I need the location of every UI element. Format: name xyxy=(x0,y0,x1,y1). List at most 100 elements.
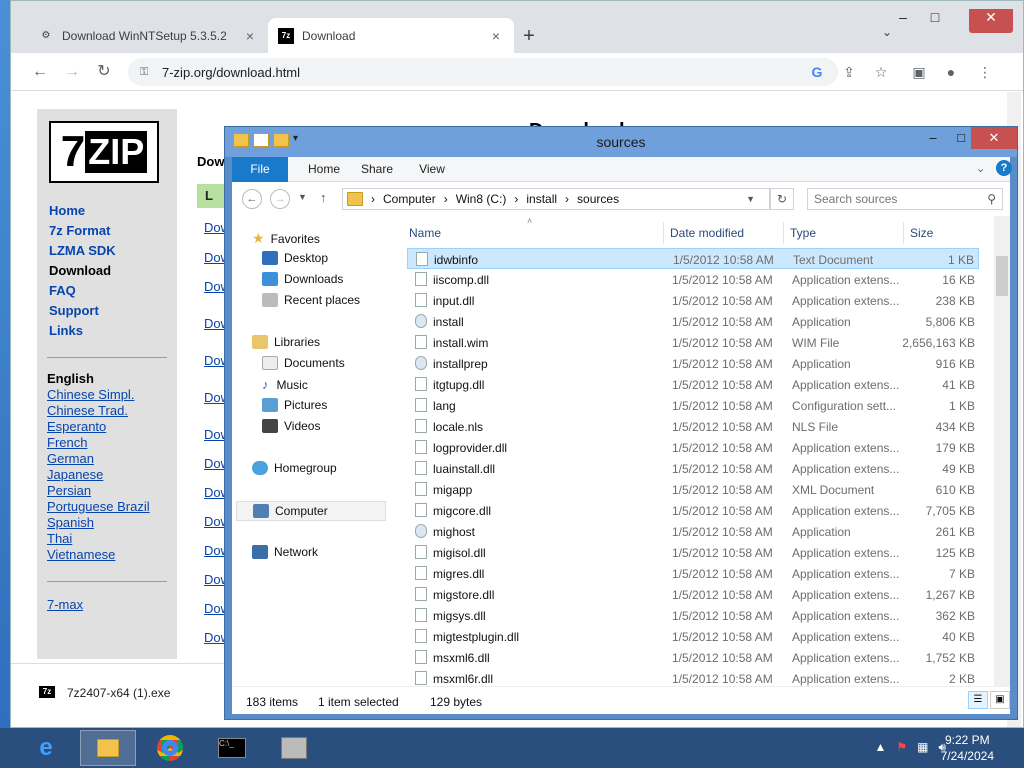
lang-link[interactable]: Portuguese Brazil xyxy=(47,499,167,515)
new-tab-button[interactable]: + xyxy=(516,23,542,49)
scrollbar-thumb[interactable] xyxy=(996,256,1008,296)
7zip-logo[interactable]: 7 ZIP xyxy=(49,121,159,183)
cmd-icon[interactable]: C:\_ xyxy=(204,730,260,766)
action-center-icon[interactable]: ⚑ xyxy=(896,740,907,755)
lang-link[interactable]: Japanese xyxy=(47,467,167,483)
google-icon[interactable]: G xyxy=(807,62,827,82)
back-icon[interactable]: ← xyxy=(242,189,262,209)
table-row[interactable]: install 1/5/2012 10:58 AM Application 5,806… xyxy=(407,311,979,332)
7-max-link[interactable]: 7-max xyxy=(47,597,83,612)
nav-link-faq[interactable]: FAQ xyxy=(49,283,116,303)
nav-favorites[interactable]: ★ Favorites xyxy=(252,230,320,247)
tab-view[interactable]: View xyxy=(410,157,454,182)
address-bar[interactable]: ⚿ 7-zip.org/download.html xyxy=(128,58,838,86)
tab-file[interactable]: File xyxy=(232,157,288,182)
chrome-icon[interactable] xyxy=(142,730,198,766)
explorer-titlebar[interactable]: ▾ sources – □ ✕ xyxy=(225,127,1017,157)
network-icon[interactable]: ▦ xyxy=(917,740,928,755)
breadcrumb-separator-icon[interactable]: › xyxy=(444,192,448,206)
breadcrumb-item[interactable]: Win8 (C:) xyxy=(456,192,507,206)
nav-recent-places[interactable]: Recent places xyxy=(262,293,360,307)
table-row[interactable]: migstore.dll 1/5/2012 10:58 AM Application… xyxy=(407,584,979,605)
site-info-icon[interactable]: ⚿ xyxy=(140,66,154,79)
breadcrumb-separator-icon[interactable]: › xyxy=(565,192,569,206)
nav-computer[interactable]: Computer xyxy=(236,501,386,521)
address-path[interactable]: › Computer › Win8 (C:) › install › sourc… xyxy=(342,188,770,210)
back-icon[interactable]: ← xyxy=(29,61,51,83)
table-row[interactable]: installprep 1/5/2012 10:58 AM Application 9… xyxy=(407,353,979,374)
minimize-button[interactable]: – xyxy=(919,127,947,149)
table-row[interactable]: install.wim 1/5/2012 10:58 AM WIM File 2,65… xyxy=(407,332,979,353)
breadcrumb-separator-icon[interactable]: › xyxy=(371,192,375,206)
sidepanel-icon[interactable]: ▣ xyxy=(909,62,929,82)
nav-homegroup[interactable]: Homegroup xyxy=(252,461,337,475)
table-row[interactable]: msxml6r.dll 1/5/2012 10:58 AM Application … xyxy=(407,668,979,686)
close-tab-icon[interactable]: × xyxy=(488,28,504,44)
table-row[interactable]: migsys.dll 1/5/2012 10:58 AM Application e… xyxy=(407,605,979,626)
up-icon[interactable]: ↑ xyxy=(320,190,327,205)
star-icon[interactable]: ☆ xyxy=(871,62,891,82)
nav-network[interactable]: Network xyxy=(252,545,318,559)
reload-icon[interactable]: ↻ xyxy=(93,61,115,83)
nav-libraries[interactable]: Libraries xyxy=(252,335,320,349)
tab-download[interactable]: 7z Download × xyxy=(268,18,514,53)
lang-link[interactable]: Persian xyxy=(47,483,167,499)
table-row[interactable]: locale.nls 1/5/2012 10:58 AM NLS File 434 K… xyxy=(407,416,979,437)
close-tab-icon[interactable]: × xyxy=(242,28,258,44)
forward-icon[interactable]: → xyxy=(61,61,83,83)
nav-music[interactable]: ♪ Music xyxy=(262,377,308,392)
clock[interactable]: 9:22 PM 7/24/2024 xyxy=(941,732,994,764)
file-list-scrollbar[interactable] xyxy=(994,216,1010,686)
table-row[interactable]: iiscomp.dll 1/5/2012 10:58 AM Application … xyxy=(407,269,979,290)
show-hidden-icons[interactable]: ▲ xyxy=(874,740,886,755)
table-row[interactable]: logprovider.dll 1/5/2012 10:58 AM Applicat… xyxy=(407,437,979,458)
breadcrumb-item[interactable]: Computer xyxy=(383,192,436,206)
recent-locations-icon[interactable]: ▼ xyxy=(298,192,307,202)
lang-link[interactable]: Thai xyxy=(47,531,167,547)
table-row[interactable]: migtestplugin.dll 1/5/2012 10:58 AM Applic… xyxy=(407,626,979,647)
chevron-down-icon[interactable]: ▼ xyxy=(746,194,755,204)
lang-link[interactable]: Esperanto xyxy=(47,419,167,435)
help-icon[interactable]: ? xyxy=(996,160,1012,176)
chevron-down-icon[interactable]: ⌄ xyxy=(976,162,985,175)
nav-link-home[interactable]: Home xyxy=(49,203,116,223)
profile-icon[interactable]: ● xyxy=(941,62,961,82)
lang-link[interactable]: Spanish xyxy=(47,515,167,531)
lang-link[interactable]: Chinese Trad. xyxy=(47,403,167,419)
downloaded-file[interactable]: 7z2407-x64 (1).exe xyxy=(67,686,170,700)
minimize-button[interactable]: – xyxy=(889,9,917,33)
breadcrumb-item[interactable]: sources xyxy=(577,192,619,206)
nav-downloads[interactable]: Downloads xyxy=(262,272,343,286)
forward-icon[interactable]: → xyxy=(270,189,290,209)
close-window-button[interactable]: ✕ xyxy=(971,127,1017,149)
search-input[interactable]: Search sources ⚲ xyxy=(807,188,1003,210)
table-row[interactable]: mighost 1/5/2012 10:58 AM Application 261 K… xyxy=(407,521,979,542)
explorer-icon[interactable] xyxy=(80,730,136,766)
setup-icon[interactable] xyxy=(266,730,322,766)
table-row[interactable]: migres.dll 1/5/2012 10:58 AM Application e… xyxy=(407,563,979,584)
nav-link-support[interactable]: Support xyxy=(49,303,116,323)
lang-link[interactable]: Chinese Simpl. xyxy=(47,387,167,403)
table-row[interactable]: lang 1/5/2012 10:58 AM Configuration sett.… xyxy=(407,395,979,416)
large-icons-view-icon[interactable]: ▣ xyxy=(990,691,1010,709)
nav-link-lzma-sdk[interactable]: LZMA SDK xyxy=(49,243,116,263)
table-row[interactable]: migisol.dll 1/5/2012 10:58 AM Application … xyxy=(407,542,979,563)
menu-icon[interactable]: ⋮ xyxy=(975,62,995,82)
table-row[interactable]: migapp 1/5/2012 10:58 AM XML Document 610 K… xyxy=(407,479,979,500)
share-icon[interactable]: ⇪ xyxy=(839,62,859,82)
nav-desktop[interactable]: Desktop xyxy=(262,251,328,265)
table-row[interactable]: itgtupg.dll 1/5/2012 10:58 AM Application … xyxy=(407,374,979,395)
table-row[interactable]: migcore.dll 1/5/2012 10:58 AM Application … xyxy=(407,500,979,521)
maximize-button[interactable]: □ xyxy=(921,9,949,33)
table-row[interactable]: input.dll 1/5/2012 10:58 AM Application ex… xyxy=(407,290,979,311)
nav-videos[interactable]: Videos xyxy=(262,419,320,433)
nav-pictures[interactable]: Pictures xyxy=(262,398,327,412)
details-view-icon[interactable]: ☰ xyxy=(968,691,988,709)
lang-link[interactable]: Vietnamese xyxy=(47,547,167,563)
breadcrumb-item[interactable]: install xyxy=(526,192,557,206)
lang-link[interactable]: French xyxy=(47,435,167,451)
nav-link-7z-format[interactable]: 7z Format xyxy=(49,223,116,243)
nav-documents[interactable]: Documents xyxy=(262,356,345,370)
breadcrumb-separator-icon[interactable]: › xyxy=(514,192,518,206)
table-row[interactable]: luainstall.dll 1/5/2012 10:58 AM Applicati… xyxy=(407,458,979,479)
